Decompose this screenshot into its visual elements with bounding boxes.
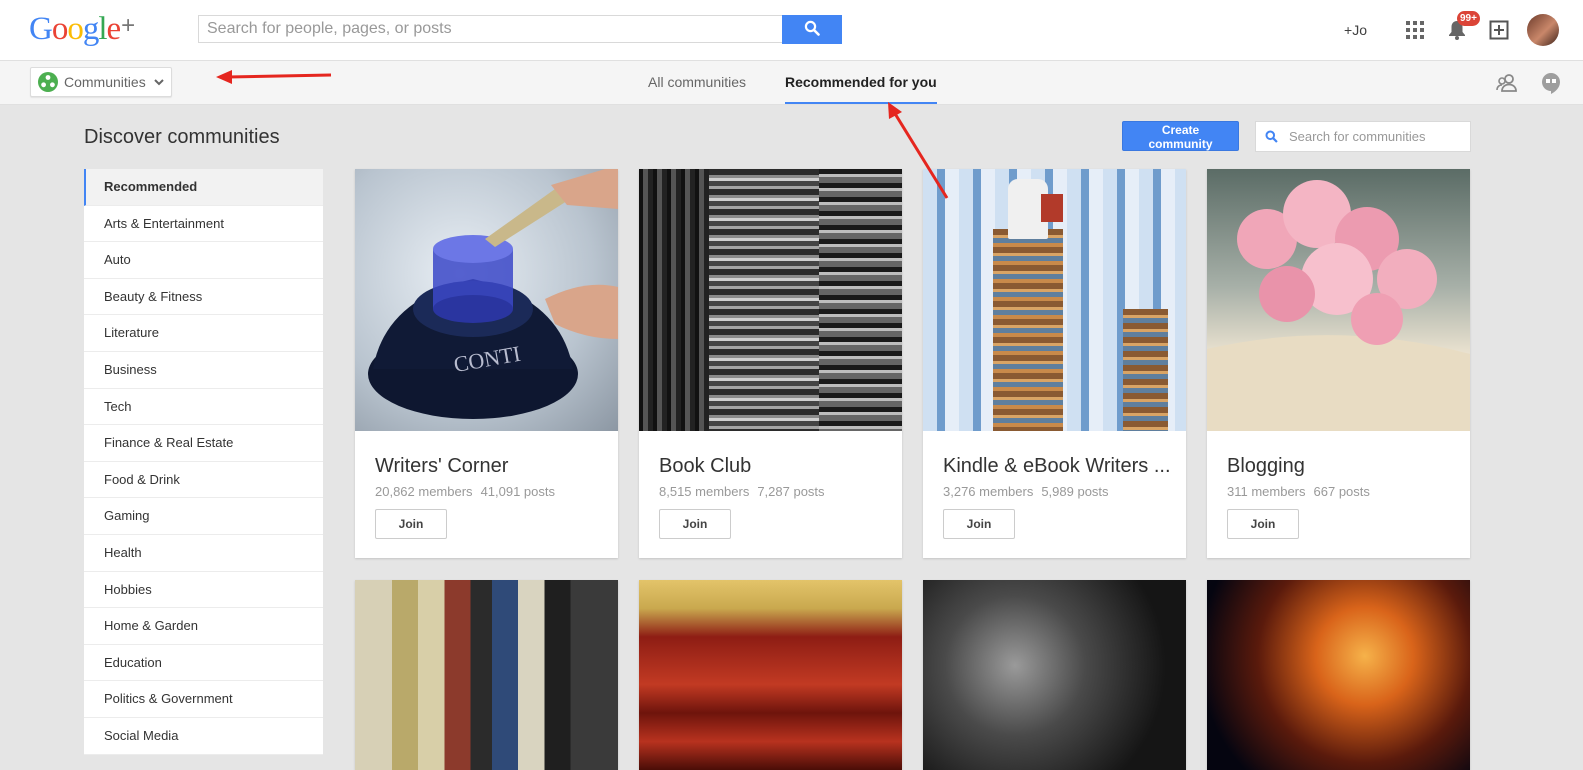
communities-icon bbox=[38, 72, 58, 92]
community-image-blogging bbox=[1207, 169, 1470, 431]
community-card[interactable] bbox=[639, 580, 902, 770]
community-search-input[interactable] bbox=[1286, 128, 1470, 145]
search-icon bbox=[1265, 130, 1278, 143]
community-card[interactable]: Kindle & eBook Writers ... 3,276 members… bbox=[923, 169, 1186, 558]
community-card[interactable] bbox=[1207, 580, 1470, 770]
community-image-book-club bbox=[639, 169, 902, 431]
join-button[interactable]: Join bbox=[943, 509, 1015, 539]
post-count: 7,287 posts bbox=[757, 484, 825, 499]
community-card[interactable]: Book Club 8,515 members 7,287 posts Join bbox=[639, 169, 902, 558]
tab-recommended-for-you[interactable]: Recommended for you bbox=[785, 61, 937, 104]
category-sidebar: Recommended Arts & Entertainment Auto Be… bbox=[84, 169, 323, 755]
sidebar-item-hobbies[interactable]: Hobbies bbox=[84, 571, 323, 609]
apps-button[interactable] bbox=[1399, 14, 1431, 46]
sidebar-item-literature[interactable]: Literature bbox=[84, 315, 323, 352]
people-icon[interactable] bbox=[1495, 71, 1519, 95]
community-image-space bbox=[1207, 580, 1470, 770]
sidebar-item-home-garden[interactable]: Home & Garden bbox=[84, 608, 323, 645]
search-input[interactable] bbox=[199, 16, 767, 42]
sidebar-item-politics-government[interactable]: Politics & Government bbox=[84, 681, 323, 718]
join-button[interactable]: Join bbox=[659, 509, 731, 539]
community-stats: 311 members 667 posts bbox=[1227, 484, 1370, 499]
avatar[interactable] bbox=[1527, 14, 1559, 46]
community-card[interactable]: CONTI Writers' Corner 20,862 members 41,0… bbox=[355, 169, 618, 558]
share-button[interactable] bbox=[1483, 14, 1515, 46]
community-image-kindle-ebook-writers bbox=[923, 169, 1186, 431]
community-card[interactable]: Blogging 311 members 667 posts Join bbox=[1207, 169, 1470, 558]
community-image-ereader bbox=[923, 580, 1186, 770]
community-image-writers-corner: CONTI bbox=[355, 169, 618, 431]
post-count: 667 posts bbox=[1313, 484, 1370, 499]
sidebar-item-business[interactable]: Business bbox=[84, 351, 323, 389]
header-actions: +Jo 99+ bbox=[1344, 11, 1559, 48]
community-search-box bbox=[1255, 121, 1471, 152]
sidebar-item-health[interactable]: Health bbox=[84, 534, 323, 572]
hangouts-icon[interactable] bbox=[1539, 71, 1563, 95]
apps-grid-icon bbox=[1406, 21, 1424, 39]
community-name[interactable]: Writers' Corner bbox=[375, 455, 603, 478]
google-plus-logo[interactable]: Google+ bbox=[29, 11, 135, 48]
community-stats: 8,515 members 7,287 posts bbox=[659, 484, 825, 499]
sidebar-item-tech[interactable]: Tech bbox=[84, 388, 323, 426]
community-card[interactable] bbox=[923, 580, 1186, 770]
search-box bbox=[198, 15, 782, 43]
communities-dropdown[interactable]: Communities bbox=[30, 67, 172, 97]
join-button[interactable]: Join bbox=[1227, 509, 1299, 539]
sidebar-item-food-drink[interactable]: Food & Drink bbox=[84, 461, 323, 499]
community-image-bookshelf bbox=[355, 580, 618, 770]
sidebar-item-education[interactable]: Education bbox=[84, 644, 323, 682]
google-logo-text: Google bbox=[29, 11, 121, 47]
share-box-icon bbox=[1489, 20, 1509, 40]
sidebar-item-finance-real-estate[interactable]: Finance & Real Estate bbox=[84, 425, 323, 462]
member-count: 311 members bbox=[1227, 484, 1306, 499]
member-count: 8,515 members bbox=[659, 484, 750, 499]
sidebar-item-gaming[interactable]: Gaming bbox=[84, 498, 323, 535]
sidebar-item-social-media[interactable]: Social Media bbox=[84, 717, 323, 755]
logo-plus: + bbox=[121, 12, 135, 39]
community-card[interactable] bbox=[355, 580, 618, 770]
create-community-button[interactable]: Create community bbox=[1122, 121, 1239, 151]
sidebar-item-recommended[interactable]: Recommended bbox=[84, 169, 323, 206]
community-name[interactable]: Book Club bbox=[659, 455, 887, 478]
member-count: 3,276 members bbox=[943, 484, 1034, 499]
notifications-button[interactable]: 99+ bbox=[1441, 11, 1480, 46]
community-stats: 20,862 members 41,091 posts bbox=[375, 484, 555, 499]
chevron-down-icon bbox=[153, 78, 164, 85]
sidebar-item-auto[interactable]: Auto bbox=[84, 242, 323, 279]
community-stats: 3,276 members 5,989 posts bbox=[943, 484, 1109, 499]
tab-all-communities[interactable]: All communities bbox=[648, 61, 746, 104]
community-name[interactable]: Kindle & eBook Writers ... bbox=[943, 455, 1171, 478]
notification-badge: 99+ bbox=[1457, 11, 1480, 26]
community-name[interactable]: Blogging bbox=[1227, 455, 1455, 478]
search-icon bbox=[804, 20, 820, 36]
communities-dropdown-label: Communities bbox=[64, 74, 146, 90]
sidebar-item-arts-entertainment[interactable]: Arts & Entertainment bbox=[84, 205, 323, 243]
sidebar-item-beauty-fitness[interactable]: Beauty & Fitness bbox=[84, 278, 323, 316]
top-bar: Google+ +Jo 99+ bbox=[0, 0, 1583, 61]
join-button[interactable]: Join bbox=[375, 509, 447, 539]
sub-navigation: Communities All communities Recommended … bbox=[0, 61, 1583, 105]
page-title: Discover communities bbox=[84, 126, 280, 148]
profile-link[interactable]: +Jo bbox=[1344, 22, 1367, 38]
post-count: 41,091 posts bbox=[480, 484, 556, 499]
subnav-actions bbox=[1475, 71, 1563, 95]
community-image-red-books bbox=[639, 580, 902, 770]
member-count: 20,862 members bbox=[375, 484, 473, 499]
search-button[interactable] bbox=[782, 15, 842, 44]
post-count: 5,989 posts bbox=[1041, 484, 1109, 499]
